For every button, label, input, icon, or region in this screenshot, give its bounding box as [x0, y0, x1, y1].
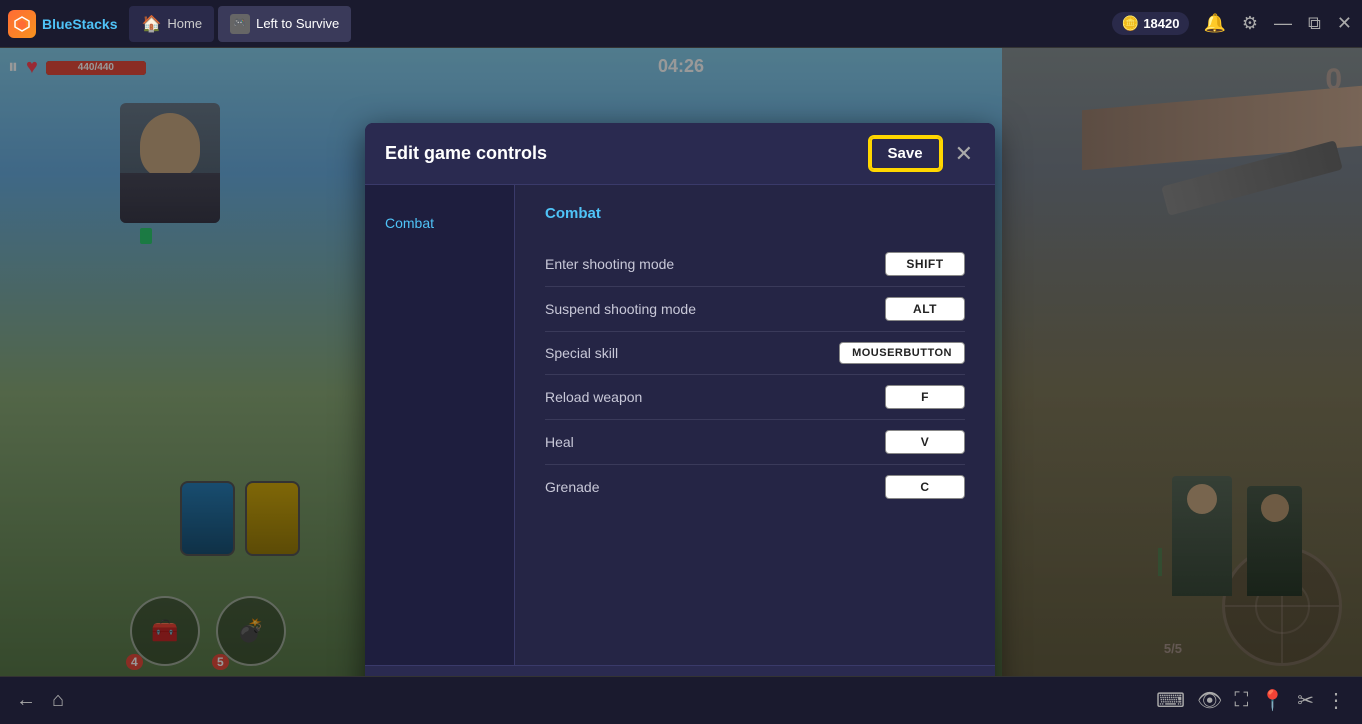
key-btn-grenade[interactable]: C [885, 475, 965, 499]
dialog-sidebar: Combat [365, 185, 515, 665]
action-enter-shooting: Enter shooting mode [545, 256, 674, 272]
menu-icon[interactable]: ⋮ [1326, 688, 1346, 713]
binding-row-reload-weapon: Reload weapon F [545, 375, 965, 420]
dialog-title: Edit game controls [385, 143, 547, 164]
dialog-content: Combat Enter shooting mode SHIFT Suspend… [515, 185, 995, 665]
minimize-icon[interactable]: — [1272, 11, 1294, 36]
binding-row-suspend-shooting: Suspend shooting mode ALT [545, 287, 965, 332]
bottombar-right: ⌨ 👁 ⛶ 📍 ✂ ⋮ [1156, 688, 1346, 713]
binding-row-enter-shooting: Enter shooting mode SHIFT [545, 242, 965, 287]
screen-icon[interactable]: ⛶ [1234, 689, 1248, 712]
game-tab-label: Left to Survive [256, 16, 339, 31]
bottombar: ← ⌂ ⌨ 👁 ⛶ 📍 ✂ ⋮ [0, 676, 1362, 724]
dialog-footer: Tip - Click the key box to assign a new … [365, 665, 995, 676]
action-suspend-shooting: Suspend shooting mode [545, 301, 696, 317]
coins-display: 🪙 18420 [1112, 12, 1190, 35]
dialog-body: Combat Combat Enter shooting mode SHIFT … [365, 185, 995, 665]
action-grenade: Grenade [545, 479, 599, 495]
section-title-combat: Combat [545, 205, 965, 222]
bottombar-left: ← ⌂ [16, 689, 64, 712]
game-tab[interactable]: 🎮 Left to Survive [218, 6, 351, 42]
action-reload-weapon: Reload weapon [545, 389, 642, 405]
save-button[interactable]: Save [870, 137, 941, 170]
dialog-header-actions: Save ✕ [870, 137, 979, 170]
key-btn-reload-weapon[interactable]: F [885, 385, 965, 409]
binding-row-heal: Heal V [545, 420, 965, 465]
topbar: BlueStacks 🏠 Home 🎮 Left to Survive 🪙 18… [0, 0, 1362, 48]
action-special-skill: Special skill [545, 345, 618, 361]
bottombar-home-icon[interactable]: ⌂ [52, 689, 64, 712]
coin-icon: 🪙 [1122, 15, 1139, 32]
back-icon[interactable]: ← [16, 689, 36, 712]
eye-icon[interactable]: 👁 [1197, 688, 1222, 713]
key-btn-heal[interactable]: V [885, 430, 965, 454]
keyboard-icon[interactable]: ⌨ [1156, 688, 1185, 713]
sidebar-item-combat[interactable]: Combat [365, 205, 514, 241]
home-tab-label: Home [167, 16, 202, 31]
sidebar-item-combat-label: Combat [385, 215, 434, 231]
close-window-icon[interactable]: ✕ [1335, 11, 1354, 36]
edit-controls-dialog: Edit game controls Save ✕ Combat Combat … [365, 123, 995, 676]
bluestacks-logo: BlueStacks [8, 10, 117, 38]
restore-icon[interactable]: ⧉ [1306, 11, 1323, 36]
close-dialog-button[interactable]: ✕ [949, 139, 979, 169]
notification-icon[interactable]: 🔔 [1201, 11, 1227, 36]
key-btn-special-skill[interactable]: MOUSERBUTTON [839, 342, 965, 364]
cut-icon[interactable]: ✂ [1297, 688, 1314, 713]
bluestacks-label: BlueStacks [42, 16, 117, 32]
action-heal: Heal [545, 434, 574, 450]
binding-row-grenade: Grenade C [545, 465, 965, 509]
bs-logo-icon [8, 10, 36, 38]
settings-icon[interactable]: ⚙ [1240, 11, 1260, 36]
topbar-right: 🪙 18420 🔔 ⚙ — ⧉ ✕ [1112, 11, 1354, 36]
key-btn-enter-shooting[interactable]: SHIFT [885, 252, 965, 276]
coin-amount: 18420 [1143, 16, 1179, 31]
home-tab[interactable]: 🏠 Home [129, 6, 214, 42]
location-icon[interactable]: 📍 [1260, 688, 1285, 713]
binding-row-special-skill: Special skill MOUSERBUTTON [545, 332, 965, 375]
key-btn-suspend-shooting[interactable]: ALT [885, 297, 965, 321]
game-tab-icon: 🎮 [230, 14, 250, 34]
home-tab-icon: 🏠 [141, 14, 161, 34]
game-area: ⏸ ♥ 440/440 04:26 🧰 4 💣 [0, 48, 1362, 676]
dialog-header: Edit game controls Save ✕ [365, 123, 995, 185]
